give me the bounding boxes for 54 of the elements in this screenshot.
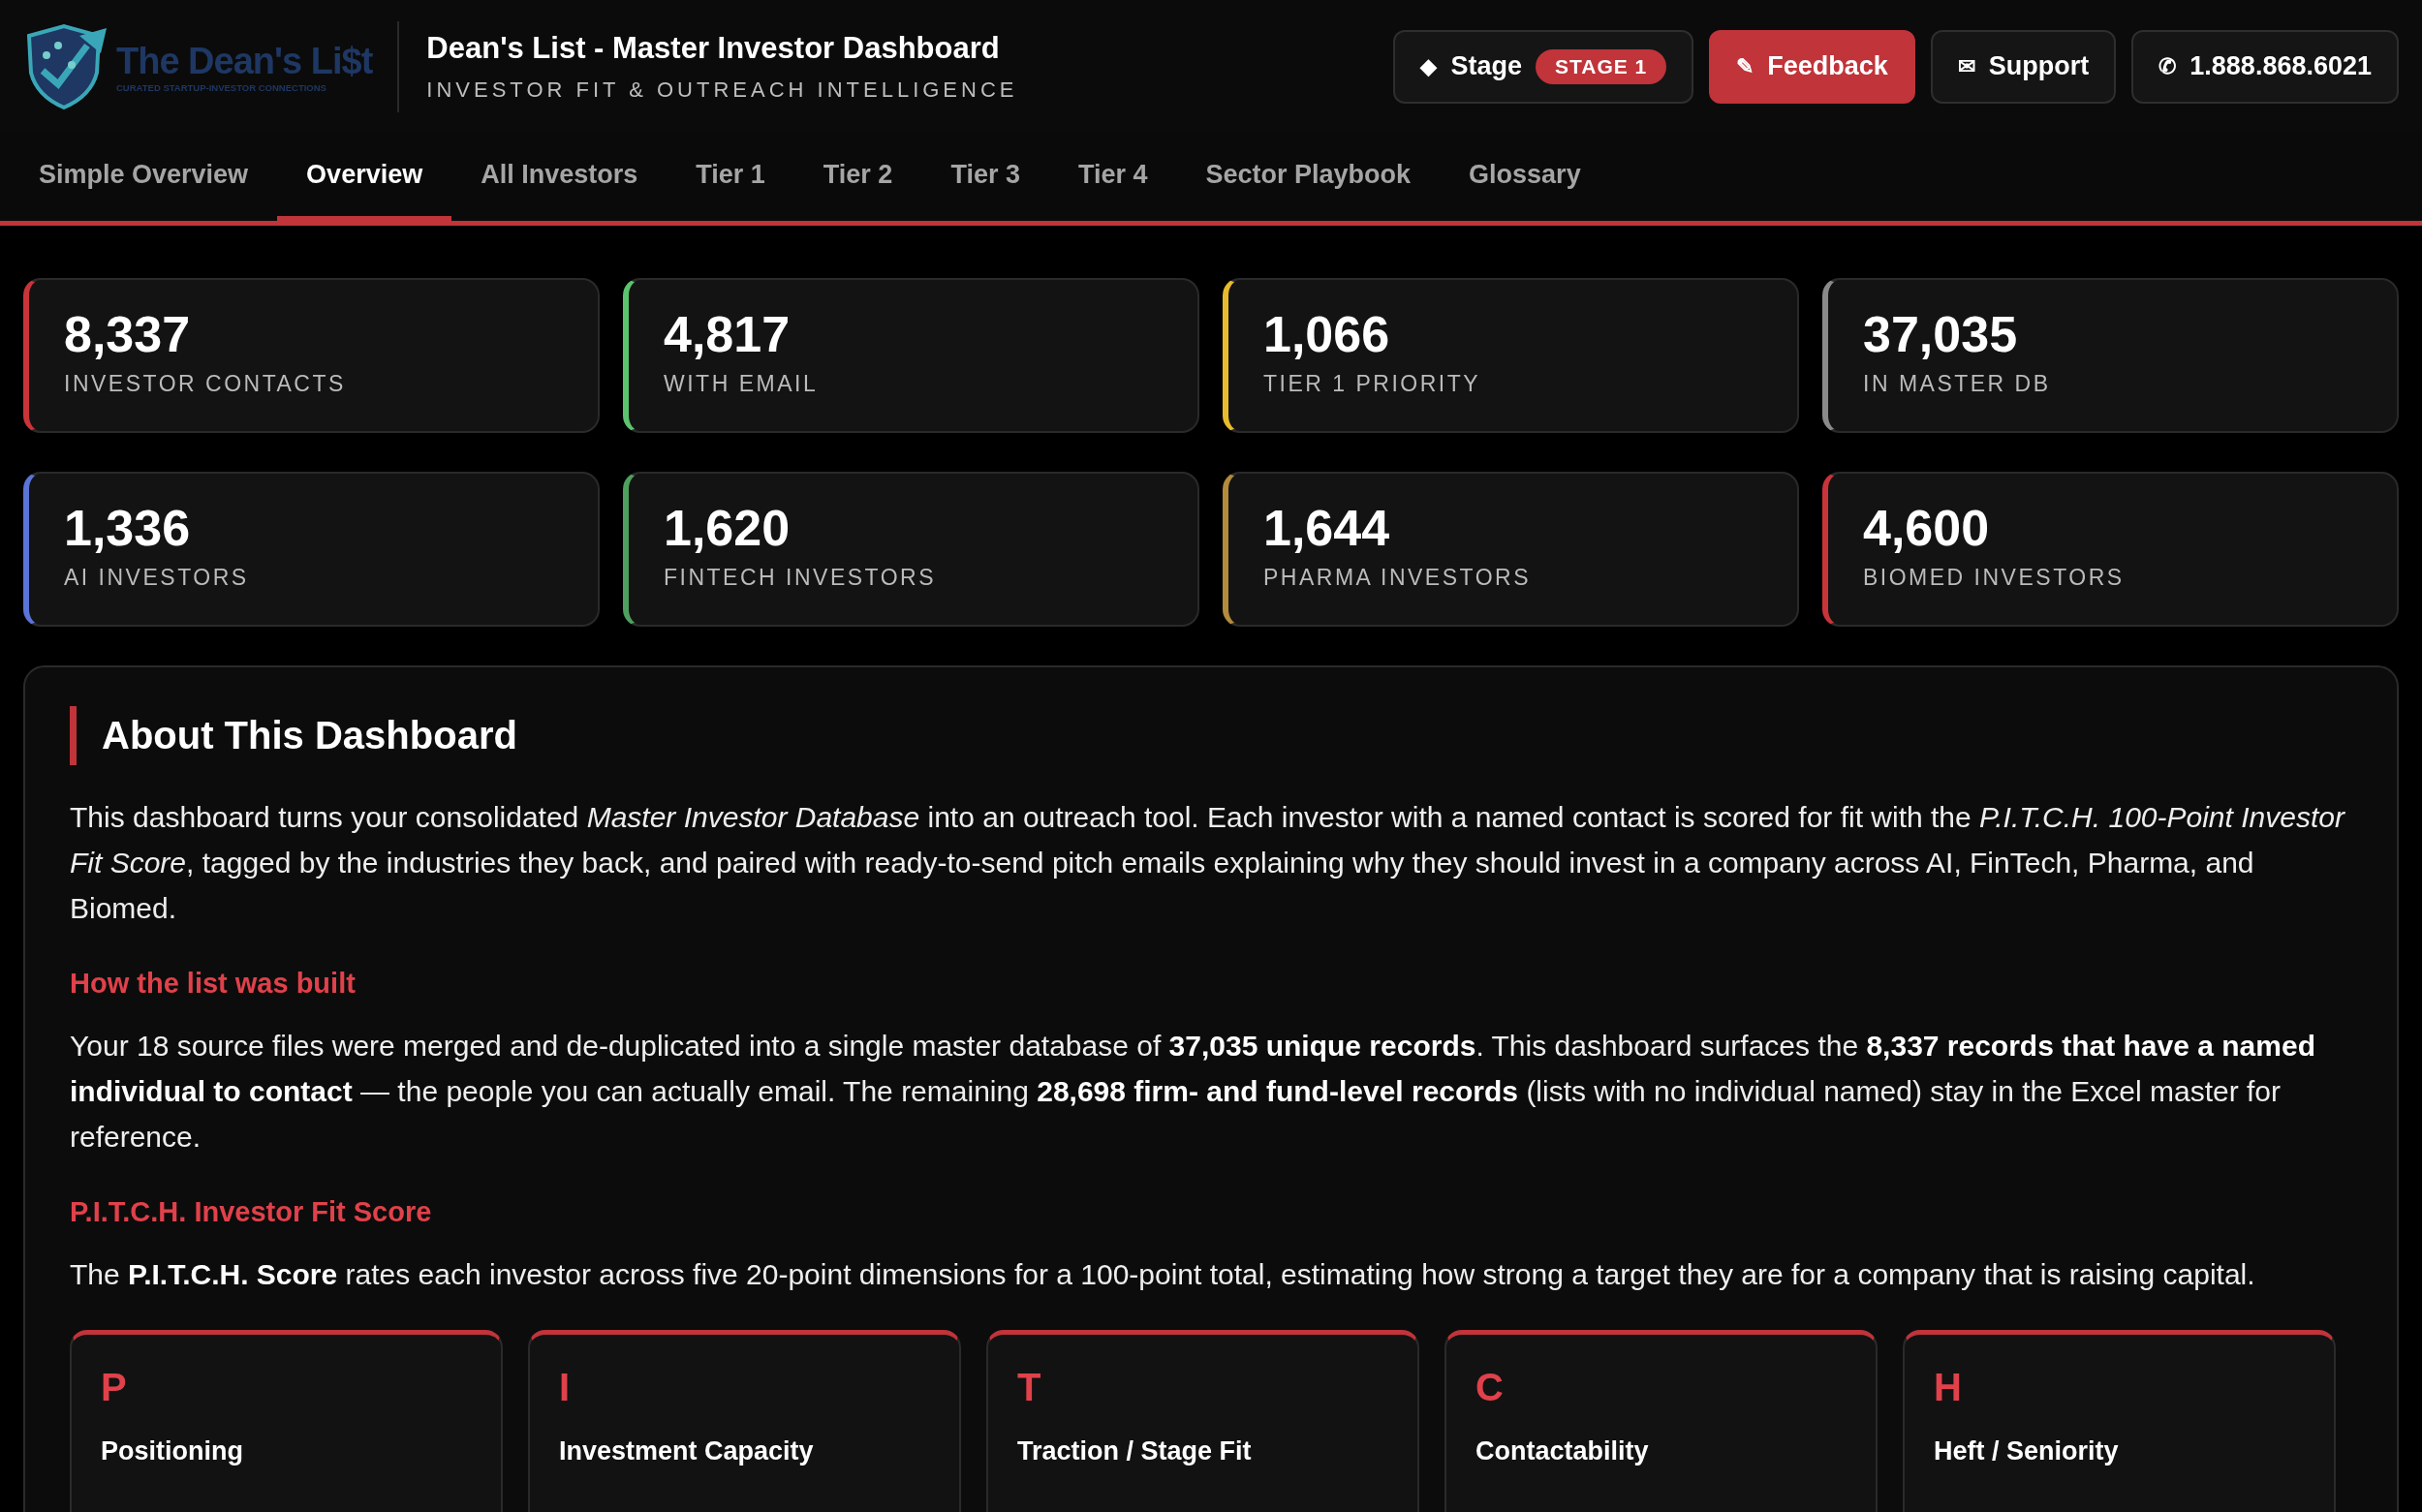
phone-icon: ✆ <box>2158 53 2177 79</box>
stat-value: 1,336 <box>64 499 192 557</box>
dimension-letter: T <box>1017 1366 1042 1409</box>
nav-tab[interactable]: Glossary <box>1440 133 1610 222</box>
stat-value: 8,337 <box>64 305 192 363</box>
stat-label: INVESTOR CONTACTS <box>64 371 347 397</box>
diamond-icon: ◆ <box>1420 53 1438 79</box>
subsection-heading: P.I.T.C.H. Investor Fit Score <box>70 1196 433 1228</box>
stat-label: PHARMA INVESTORS <box>1263 565 1533 591</box>
logo-tagline: CURATED STARTUP-INVESTOR CONNECTIONS <box>116 81 327 93</box>
stat-label: TIER 1 PRIORITY <box>1263 371 1482 397</box>
nav-tab[interactable]: Tier 3 <box>921 133 1049 222</box>
dimension-letter: C <box>1475 1366 1505 1409</box>
dimension-name: Traction / Stage Fit <box>1017 1436 1253 1466</box>
stat-value: 1,066 <box>1263 305 1391 363</box>
stat-value: 1,620 <box>664 499 792 557</box>
body-paragraph: Your 18 source files were merged and de-duplicated into a single master database of 37,035 unique records. This dashboard surfaces the 8,337 records that have a named individual to contact — the people you can actually email. The remaining 28,698 firm- and fund-level records (lists with no individual named) stay in the Excel master for reference. <box>70 1029 2316 1155</box>
stat-value: 1,644 <box>1263 499 1391 557</box>
header-button[interactable]: ✆ 1.888.868.6021 <box>2131 29 2399 104</box>
nav-tab[interactable]: Simple Overview <box>10 133 278 222</box>
section-heading: About This Dashboard <box>70 706 2352 765</box>
dimension-name: Investment Capacity <box>559 1436 815 1466</box>
stage-badge: STAGE 1 <box>1535 48 1667 84</box>
pencil-icon: ✎ <box>1736 53 1754 79</box>
envelope-icon: ✉ <box>1957 53 1975 79</box>
nav-tab[interactable]: All Investors <box>451 133 668 222</box>
stat-label: FINTECH INVESTORS <box>664 565 938 591</box>
dimension-letter: H <box>1934 1366 1963 1409</box>
dashboard-title: Dean's List - Master Investor Dashboard <box>426 30 1001 66</box>
stat-value: 4,817 <box>664 305 792 363</box>
nav-tab[interactable]: Overview <box>277 133 452 222</box>
nav-tab[interactable]: Tier 4 <box>1048 133 1177 222</box>
subsection-heading: How the list was built <box>70 968 357 1000</box>
stat-value: 37,035 <box>1863 305 2019 363</box>
stat-label: WITH EMAIL <box>664 371 820 397</box>
stat-value: 4,600 <box>1863 499 1991 557</box>
intro-paragraph: This dashboard turns your consolidated Master Investor Database into an outreach tool. Each investor with a named contact is scored for fit with the P.I.T.C.H. 100-Point Investor Fit Score, tagged by the industries they back, and paired with ready-to-send pitch emails explaining why they should invest in a company across AI, FinTech, Pharma, and Biomed. <box>70 800 2346 926</box>
nav-tab[interactable]: Tier 2 <box>793 133 922 222</box>
logo-name: The Dean's Li$t <box>116 40 373 82</box>
stat-label: BIOMED INVESTORS <box>1863 565 2126 591</box>
stat-label: IN MASTER DB <box>1863 371 2052 397</box>
header-button[interactable]: ✉ Support <box>1930 29 2117 104</box>
nav-tab[interactable]: Tier 1 <box>667 133 794 222</box>
dimension-name: Heft / Seniority <box>1934 1436 2120 1466</box>
dimension-letter: P <box>101 1366 128 1409</box>
body-paragraph: The P.I.T.C.H. Score rates each investor across five 20-point dimensions for a 100-point total, estimating how strong a target they are for a company that is raising capital. <box>70 1257 2256 1292</box>
stage-button[interactable]: ◆ Stage STAGE 1 <box>1393 29 1694 104</box>
dashboard-subtitle: INVESTOR FIT & OUTREACH INTELLIGENCE <box>426 77 1018 103</box>
feedback-button[interactable]: ✎ Feedback <box>1709 29 1915 104</box>
stat-label: AI INVESTORS <box>64 565 250 591</box>
dimension-name: Contactability <box>1475 1436 1650 1466</box>
nav-tab[interactable]: Sector Playbook <box>1176 133 1441 222</box>
dimension-letter: I <box>559 1366 572 1409</box>
dimension-name: Positioning <box>101 1436 244 1466</box>
